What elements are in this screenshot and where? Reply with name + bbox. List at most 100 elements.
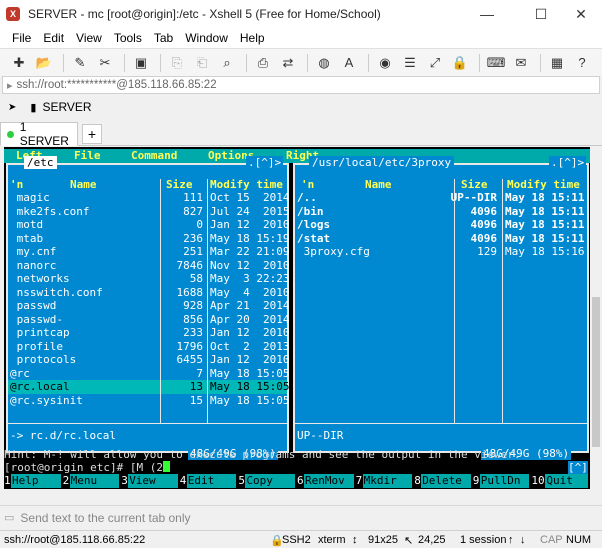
fkey-delete[interactable]: 8 Delete (414, 474, 473, 488)
file-row[interactable]: networks 58 May 3 22:23 (8, 272, 290, 286)
fkey-help[interactable]: 1 Help (4, 474, 63, 488)
minimize-button[interactable]: — (464, 0, 510, 28)
status-protocol: SSH2 (282, 534, 311, 546)
file-row[interactable]: @rc.local 13 May 18 15:05 (8, 380, 289, 394)
col-modify[interactable]: Modify time (507, 178, 580, 192)
file-size: 6455 (176, 353, 204, 366)
col-sort[interactable]: 'n (301, 178, 314, 192)
col-modify[interactable]: Modify time (210, 178, 283, 192)
menu-edit[interactable]: Edit (37, 31, 70, 45)
keyboard-icon[interactable]: ⌨ (485, 53, 507, 73)
right-panel[interactable]: /usr/local/etc/3proxy .[^]> 'n Name Size… (293, 156, 589, 460)
file-row[interactable]: passwd- 856 Apr 20 2014 (8, 312, 290, 327)
fkey-quit[interactable]: 10 Quit (531, 474, 590, 488)
command-line[interactable]: [root@origin etc]# [M (2 [^] (4, 461, 590, 475)
transfer-icon[interactable]: ⇄ (277, 53, 299, 73)
file-row[interactable]: protocols 6455 Jan 12 2010 (8, 353, 290, 367)
fullscreen-icon[interactable]: ⤢ (424, 53, 446, 73)
file-row[interactable]: nanorc 7846 Nov 12 2010 (8, 259, 290, 273)
file-row[interactable]: motd 0 Jan 12 2010 (8, 218, 290, 232)
file-row[interactable]: my.cnf 251 Mar 22 21:09 (8, 245, 290, 259)
mc-menu-file[interactable]: File (74, 149, 101, 163)
file-modify-time: Jan 12 2010 (210, 218, 290, 231)
close-button[interactable]: ✕ (558, 0, 602, 28)
session-arrow-icon[interactable]: ➤ (8, 102, 16, 113)
col-size[interactable]: Size (166, 178, 193, 192)
lock-icon[interactable]: 🔒 (449, 53, 471, 73)
file-row[interactable]: /stat 4096 May 18 15:11 (295, 232, 587, 246)
toolbar-divider (246, 53, 247, 72)
toolbar-divider (63, 53, 64, 72)
col-name[interactable]: Name (365, 178, 392, 192)
left-panel-marker[interactable]: .[^]> (246, 156, 284, 169)
file-row[interactable]: /.. UP--DIR May 18 15:11 (295, 191, 587, 205)
menu-view[interactable]: View (70, 31, 108, 45)
address-bar[interactable]: ▸ ssh://root:***********@185.118.66.85:2… (2, 76, 600, 94)
fkey-menu[interactable]: 2 Menu (63, 474, 122, 488)
file-row[interactable]: nsswitch.conf 1688 May 4 2010 (8, 286, 290, 300)
fkey-label: Edit (186, 474, 237, 488)
menu-tab[interactable]: Tab (148, 31, 179, 45)
connected-status-icon (7, 130, 14, 138)
print-icon[interactable]: ⎙ (252, 53, 274, 73)
help-icon[interactable]: ? (571, 53, 593, 73)
col-name[interactable]: Name (70, 178, 97, 192)
open-folder-icon[interactable]: 📂 (33, 53, 55, 73)
file-row[interactable]: magic 111 Oct 15 2014 (8, 191, 290, 205)
fkey-renmov[interactable]: 6 RenMov (297, 474, 356, 488)
send-menu-icon[interactable]: ▭ (4, 511, 14, 524)
pencil-icon[interactable]: ✎ (69, 53, 91, 73)
prompt-marker[interactable]: [^] (568, 461, 588, 475)
file-name: passwd- (10, 312, 63, 326)
fkey-mkdir[interactable]: 7 Mkdir (356, 474, 415, 488)
layout-icon[interactable]: ▦ (546, 53, 568, 73)
col-sort[interactable]: 'n (10, 178, 23, 192)
status-up-icon[interactable]: ↑ (508, 534, 514, 546)
file-row[interactable]: mtab 236 May 18 15:19 (8, 232, 290, 246)
file-row[interactable]: profile 1796 Oct 2 2013 (8, 340, 290, 354)
fkey-edit[interactable]: 4 Edit (180, 474, 239, 488)
fkey-view[interactable]: 3 View (121, 474, 180, 488)
fkey-number: 6 (297, 474, 304, 487)
file-row[interactable]: /logs 4096 May 18 15:11 (295, 218, 587, 232)
file-row[interactable]: printcap 233 Jan 12 2010 (8, 326, 290, 340)
file-row[interactable]: /bin 4096 May 18 15:11 (295, 205, 587, 219)
right-panel-marker[interactable]: .[^]> (549, 156, 587, 169)
session-server-button[interactable]: SERVER (42, 100, 91, 114)
compose-bar[interactable]: ▭ Send text to the current tab only (0, 505, 602, 529)
script-icon[interactable]: ☰ (399, 53, 421, 73)
tab-server[interactable]: 1 SERVER (0, 120, 78, 148)
properties-icon[interactable]: ▣ (130, 53, 152, 73)
file-row[interactable]: passwd 928 Apr 21 2014 (8, 299, 290, 313)
file-row[interactable]: 3proxy.cfg 129 May 18 15:16 (295, 245, 587, 259)
compose-placeholder: Send text to the current tab only (20, 510, 191, 525)
session-bar: ➤ ▮ SERVER (0, 96, 602, 118)
scrollbar-thumb[interactable] (592, 297, 600, 447)
copy-icon[interactable]: ⎘ (166, 53, 188, 73)
fkey-pulldn[interactable]: 9 PullDn (473, 474, 532, 488)
font-icon[interactable]: A (338, 53, 360, 73)
terminal-scrollbar[interactable] (590, 147, 602, 489)
col-size[interactable]: Size (461, 178, 488, 192)
disconnect-icon[interactable]: ✂ (94, 53, 116, 73)
add-tab-button[interactable]: + (82, 124, 102, 144)
menu-file[interactable]: File (6, 31, 37, 45)
fkey-copy[interactable]: 5 Copy (238, 474, 297, 488)
menu-help[interactable]: Help (234, 31, 271, 45)
mc-menu-command[interactable]: Command (131, 149, 177, 163)
xftp-icon[interactable]: ◉ (374, 53, 396, 73)
left-panel[interactable]: /etc .[^]> 'n Name Size Modify time magi… (6, 156, 290, 460)
file-name: printcap (10, 326, 70, 339)
globe-icon[interactable]: ◍ (313, 53, 335, 73)
menu-tools[interactable]: Tools (108, 31, 148, 45)
status-down-icon[interactable]: ↓ (520, 534, 526, 546)
menu-window[interactable]: Window (179, 31, 234, 45)
find-icon[interactable]: ⌕ (216, 53, 238, 73)
file-row[interactable]: @rc.sysinit 15 May 18 15:05 (8, 394, 289, 408)
file-row[interactable]: mke2fs.conf 827 Jul 24 2015 (8, 205, 290, 219)
file-row[interactable]: @rc 7 May 18 15:05 (8, 367, 289, 381)
paste-icon[interactable]: ⎗ (191, 53, 213, 73)
new-session-icon[interactable]: ✚ (8, 53, 30, 73)
compose-icon[interactable]: ✉ (510, 53, 532, 73)
terminal[interactable]: Left File Command Options Right /etc .[^… (4, 147, 590, 489)
